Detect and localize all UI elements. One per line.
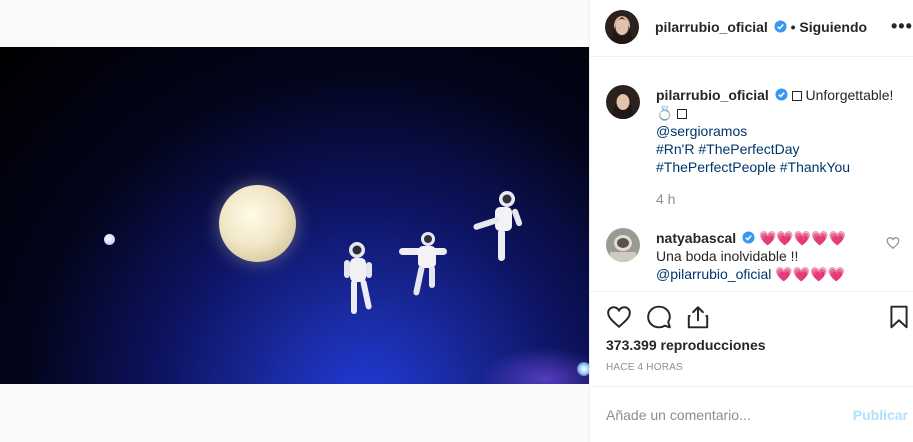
ring-emoji: 💍 [656,105,674,121]
comment-composer: Añade un comentario... Publicar [590,386,913,442]
posted-time[interactable]: HACE 4 HORAS [606,362,683,373]
caption-text: Unforgettable! [805,87,894,103]
caption-avatar[interactable] [606,85,640,119]
mention-link[interactable]: @pilarrubio_oficial [656,266,771,282]
separator-dot: • [790,19,796,35]
light-flare [577,362,589,376]
astronaut-2 [399,232,447,296]
bookmark-icon[interactable] [886,304,912,330]
small-moon [104,234,115,245]
stage-light [480,347,589,384]
following-button[interactable]: Siguiendo [799,19,867,35]
views-count[interactable]: 373.399 reproducciones [606,337,766,353]
caption-username[interactable]: pilarrubio_oficial [656,87,769,103]
mention-link[interactable]: @sergioramos [656,123,747,139]
missing-glyph [677,109,688,119]
share-icon[interactable] [685,304,711,330]
verified-badge-icon [775,88,788,101]
planet [219,185,296,262]
post-caption: pilarrubio_oficial Unforgettable! 💍 @ser… [656,86,906,176]
publish-button[interactable]: Publicar [853,407,908,423]
comment: natyabascal 💗💗💗💗💗 Una boda inolvidable !… [656,229,881,283]
hashtags-link[interactable]: #ThePerfectPeople #ThankYou [656,159,850,175]
hearts-emoji: 💗💗💗💗💗 [758,230,847,246]
comment-input[interactable]: Añade un comentario... [606,407,751,423]
caption-time[interactable]: 4 h [656,191,675,207]
comment-like-heart-icon[interactable] [886,236,900,250]
post-header: pilarrubio_oficial • Siguiendo ••• [590,0,913,57]
author-username[interactable]: pilarrubio_oficial [655,19,768,35]
missing-glyph [791,91,802,101]
more-icon[interactable]: ••• [891,16,913,37]
avatar[interactable] [605,10,639,44]
commenter-username[interactable]: natyabascal [656,230,736,246]
post-sidebar: pilarrubio_oficial • Siguiendo ••• pilar… [589,0,913,442]
verified-badge-icon [742,231,755,244]
hearts-emoji: 💗💗💗💗 [775,266,846,282]
post-video[interactable] [0,47,589,384]
hashtags-link[interactable]: #Rn'R #ThePerfectDay [656,141,800,157]
comment-text: Una boda inolvidable !! [656,248,799,264]
comment-icon[interactable] [646,304,672,330]
action-bar [590,291,913,339]
verified-badge-icon [774,20,787,33]
heart-icon[interactable] [606,304,632,330]
astronaut-3 [473,191,523,261]
astronaut-1 [344,242,372,314]
commenter-avatar[interactable] [606,228,640,262]
